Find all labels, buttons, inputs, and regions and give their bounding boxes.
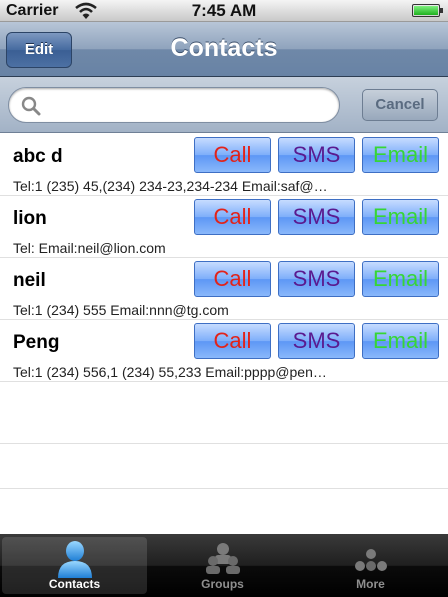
clock: 7:45 AM [191, 1, 257, 20]
contact-name: neil [13, 270, 46, 291]
sms-button[interactable]: SMS [278, 137, 355, 173]
list-divider [0, 443, 448, 444]
contact-detail: Tel:1 (235) 45,(234) 234-23,234-234 Emai… [13, 178, 328, 194]
call-button[interactable]: Call [194, 137, 271, 173]
sms-button[interactable]: SMS [278, 323, 355, 359]
contact-detail: Tel:1 (234) 556,1 (234) 55,233 Email:ppp… [13, 364, 327, 380]
email-button[interactable]: Email [362, 137, 439, 173]
call-button[interactable]: Call [194, 261, 271, 297]
cancel-button[interactable]: Cancel [362, 89, 438, 121]
list-divider [0, 488, 448, 489]
call-button[interactable]: Call [194, 199, 271, 235]
email-button[interactable]: Email [362, 199, 439, 235]
more-icon [354, 549, 387, 571]
contact-name: lion [13, 208, 47, 229]
contact-detail: Tel:1 (234) 555 Email:nnn@tg.com [13, 302, 229, 318]
contact-row[interactable]: neil Call SMS Email Tel:1 (234) 555 Emai… [0, 258, 448, 320]
tab-groups[interactable]: Groups [150, 537, 295, 594]
navigation-bar: Edit Contacts [0, 22, 448, 77]
contact-detail: Tel: Email:neil@lion.com [13, 240, 166, 256]
email-button[interactable]: Email [362, 323, 439, 359]
person-icon [57, 541, 92, 578]
search-field[interactable] [8, 87, 340, 123]
group-icon [205, 543, 240, 574]
contact-name: Peng [13, 332, 60, 353]
search-input[interactable] [49, 94, 329, 118]
email-button[interactable]: Email [362, 261, 439, 297]
sms-button[interactable]: SMS [278, 261, 355, 297]
status-bar: Carrier 7:45 AM [0, 0, 448, 22]
contact-row[interactable]: lion Call SMS Email Tel: Email:neil@lion… [0, 196, 448, 258]
tab-contacts[interactable]: Contacts [2, 537, 147, 594]
tab-label: More [356, 577, 385, 591]
search-bar: Cancel [0, 77, 448, 133]
tab-bar: Contacts Groups More [0, 534, 448, 597]
tab-more[interactable]: More [298, 537, 443, 594]
contact-row[interactable]: abc d Call SMS Email Tel:1 (235) 45,(234… [0, 134, 448, 196]
page-title: Contacts [170, 34, 278, 62]
tab-label: Groups [201, 577, 244, 591]
contact-list: abc d Call SMS Email Tel:1 (235) 45,(234… [0, 134, 448, 534]
battery-icon [412, 4, 443, 17]
call-button[interactable]: Call [194, 323, 271, 359]
search-icon [21, 96, 41, 116]
sms-button[interactable]: SMS [278, 199, 355, 235]
contact-name: abc d [13, 146, 63, 167]
contact-row[interactable]: Peng Call SMS Email Tel:1 (234) 556,1 (2… [0, 320, 448, 382]
tab-label: Contacts [48, 577, 101, 591]
